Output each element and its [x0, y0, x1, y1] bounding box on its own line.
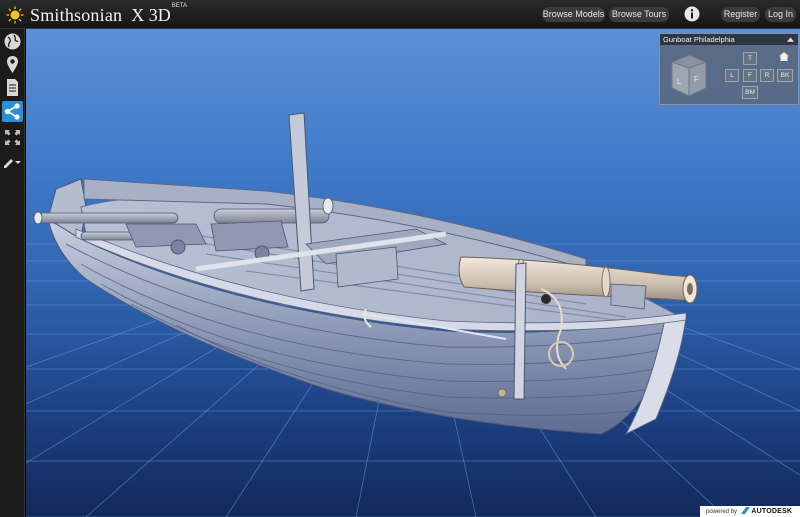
top-bar: Smithsonian X 3DBETA Browse Models Brows…: [0, 0, 800, 29]
collapse-icon[interactable]: [787, 37, 794, 42]
document-icon: [7, 79, 18, 96]
product-name: X 3DBETA: [131, 2, 187, 26]
model-title: Gunboat Philadelphia: [663, 35, 735, 44]
model-title-bar: Gunboat Philadelphia: [660, 34, 798, 45]
location-button[interactable]: [2, 54, 23, 75]
share-button[interactable]: [2, 101, 23, 122]
product-label: X 3D: [131, 4, 171, 25]
home-icon[interactable]: [779, 52, 789, 61]
view-top-button[interactable]: T: [743, 52, 757, 65]
autodesk-logo-icon: [740, 507, 750, 514]
cube-face-left: L: [677, 77, 682, 86]
tool-sidebar: [0, 29, 25, 517]
register-link[interactable]: Register: [721, 7, 760, 22]
globe-icon: [4, 33, 21, 50]
brand-name: Smithsonian: [30, 4, 123, 25]
annotate-button[interactable]: [2, 151, 23, 172]
globe-button[interactable]: [2, 31, 23, 52]
view-back-button[interactable]: BK: [777, 69, 793, 82]
cube-face-front: F: [694, 75, 699, 84]
view-cube[interactable]: L F: [668, 50, 710, 100]
fullscreen-button[interactable]: [2, 127, 23, 148]
info-icon[interactable]: [684, 6, 700, 22]
browse-models-link[interactable]: Browse Models: [542, 7, 605, 22]
view-bottom-button[interactable]: BM: [742, 86, 758, 99]
login-link[interactable]: Log In: [765, 7, 796, 22]
vendor-name: AUTODESK: [751, 508, 793, 515]
fullscreen-icon: [5, 130, 20, 145]
pencil-dropdown-icon: [4, 159, 21, 168]
share-icon: [4, 103, 20, 120]
location-pin-icon: [7, 56, 18, 73]
view-left-button[interactable]: L: [725, 69, 739, 82]
browse-tours-link[interactable]: Browse Tours: [609, 7, 669, 22]
smithsonian-sun-icon: [6, 6, 24, 24]
view-right-button[interactable]: R: [760, 69, 774, 82]
powered-by-badge[interactable]: powered by AUTODESK: [700, 506, 800, 517]
powered-by-label: powered by: [706, 509, 738, 515]
beta-badge: BETA: [171, 2, 187, 9]
smithsonian-logo[interactable]: Smithsonian X 3DBETA: [6, 2, 187, 26]
document-button[interactable]: [2, 77, 23, 98]
view-front-button[interactable]: F: [743, 69, 757, 82]
